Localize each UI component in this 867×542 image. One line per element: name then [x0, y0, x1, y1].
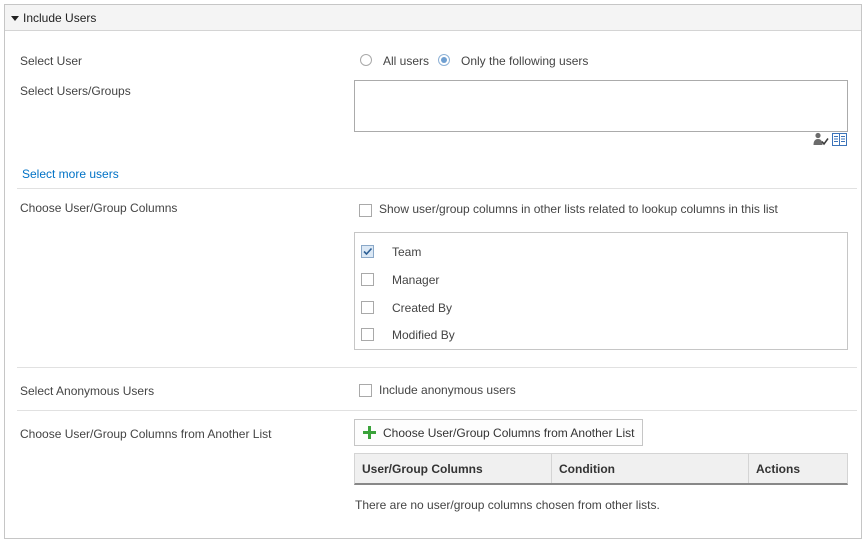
column-checkbox-team[interactable]	[361, 245, 374, 258]
choose-columns-from-another-list-button[interactable]: Choose User/Group Columns from Another L…	[354, 419, 643, 446]
empty-table-message: There are no user/group columns chosen f…	[355, 498, 660, 512]
select-user-label: Select User	[20, 54, 83, 68]
column-checkbox-modified-by[interactable]	[361, 328, 374, 341]
show-related-columns-label[interactable]: Show user/group columns in other lists r…	[379, 202, 778, 216]
select-more-users-link[interactable]: Select more users	[22, 167, 119, 181]
column-label-created-by[interactable]: Created By	[392, 301, 452, 315]
column-label-team[interactable]: Team	[392, 245, 421, 259]
column-header-actions[interactable]: Actions	[749, 454, 847, 483]
column-header-user-group-columns[interactable]: User/Group Columns	[355, 454, 552, 483]
radio-only-following-users-label[interactable]: Only the following users	[461, 54, 588, 68]
checkmark-icon	[363, 247, 373, 256]
divider	[17, 188, 857, 189]
user-group-columns-list: Team Manager Created By Modified By	[354, 232, 848, 350]
column-checkbox-created-by[interactable]	[361, 301, 374, 314]
include-anonymous-checkbox[interactable]	[359, 384, 372, 397]
radio-all-users[interactable]	[360, 54, 372, 66]
radio-only-following-users[interactable]	[438, 54, 450, 66]
section-title: Include Users	[23, 10, 97, 25]
show-related-columns-checkbox[interactable]	[359, 204, 372, 217]
choose-user-group-columns-label: Choose User/Group Columns	[20, 201, 178, 215]
another-list-label: Choose User/Group Columns from Another L…	[20, 427, 272, 441]
divider	[17, 410, 857, 411]
include-anonymous-label[interactable]: Include anonymous users	[379, 383, 516, 397]
radio-all-users-label[interactable]: All users	[383, 54, 429, 68]
section-header[interactable]: Include Users	[5, 5, 861, 31]
column-label-modified-by[interactable]: Modified By	[392, 328, 455, 342]
another-list-table-header: User/Group Columns Condition Actions	[354, 453, 848, 485]
choose-columns-button-label: Choose User/Group Columns from Another L…	[383, 425, 635, 440]
select-users-groups-label: Select Users/Groups	[20, 84, 131, 98]
column-header-condition[interactable]: Condition	[552, 454, 749, 483]
check-names-icon[interactable]	[813, 132, 829, 147]
select-anonymous-users-label: Select Anonymous Users	[20, 384, 155, 398]
collapse-caret-icon[interactable]	[11, 16, 19, 21]
users-groups-picker-input[interactable]	[354, 80, 848, 132]
column-label-manager[interactable]: Manager	[392, 273, 439, 287]
plus-icon	[363, 426, 376, 439]
include-users-panel: Include Users Select User All users Only…	[4, 4, 862, 539]
column-checkbox-manager[interactable]	[361, 273, 374, 286]
address-book-icon[interactable]	[832, 132, 848, 147]
divider	[17, 367, 857, 368]
